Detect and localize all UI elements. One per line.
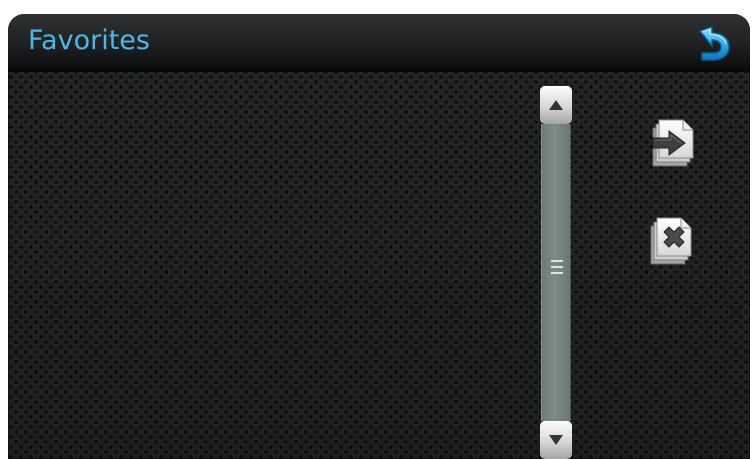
scroll-up-button[interactable] — [540, 86, 572, 124]
scroll-track[interactable] — [541, 124, 571, 421]
title-bar: Favorites — [8, 14, 750, 70]
document-arrow-icon — [652, 119, 694, 167]
move-favorite-button[interactable] — [645, 116, 697, 172]
grip-lines-icon — [551, 260, 563, 277]
back-button[interactable] — [692, 24, 732, 62]
triangle-up-icon — [540, 86, 572, 124]
favorites-scrollbar[interactable] — [540, 86, 572, 459]
favorites-screen: Favorites — [8, 14, 750, 459]
scroll-down-button[interactable] — [540, 421, 572, 459]
undo-arrow-icon — [698, 25, 730, 61]
document-x-icon — [650, 217, 692, 265]
delete-favorite-button[interactable] — [645, 212, 697, 268]
triangle-down-icon — [540, 421, 572, 459]
page-title: Favorites — [28, 25, 150, 56]
